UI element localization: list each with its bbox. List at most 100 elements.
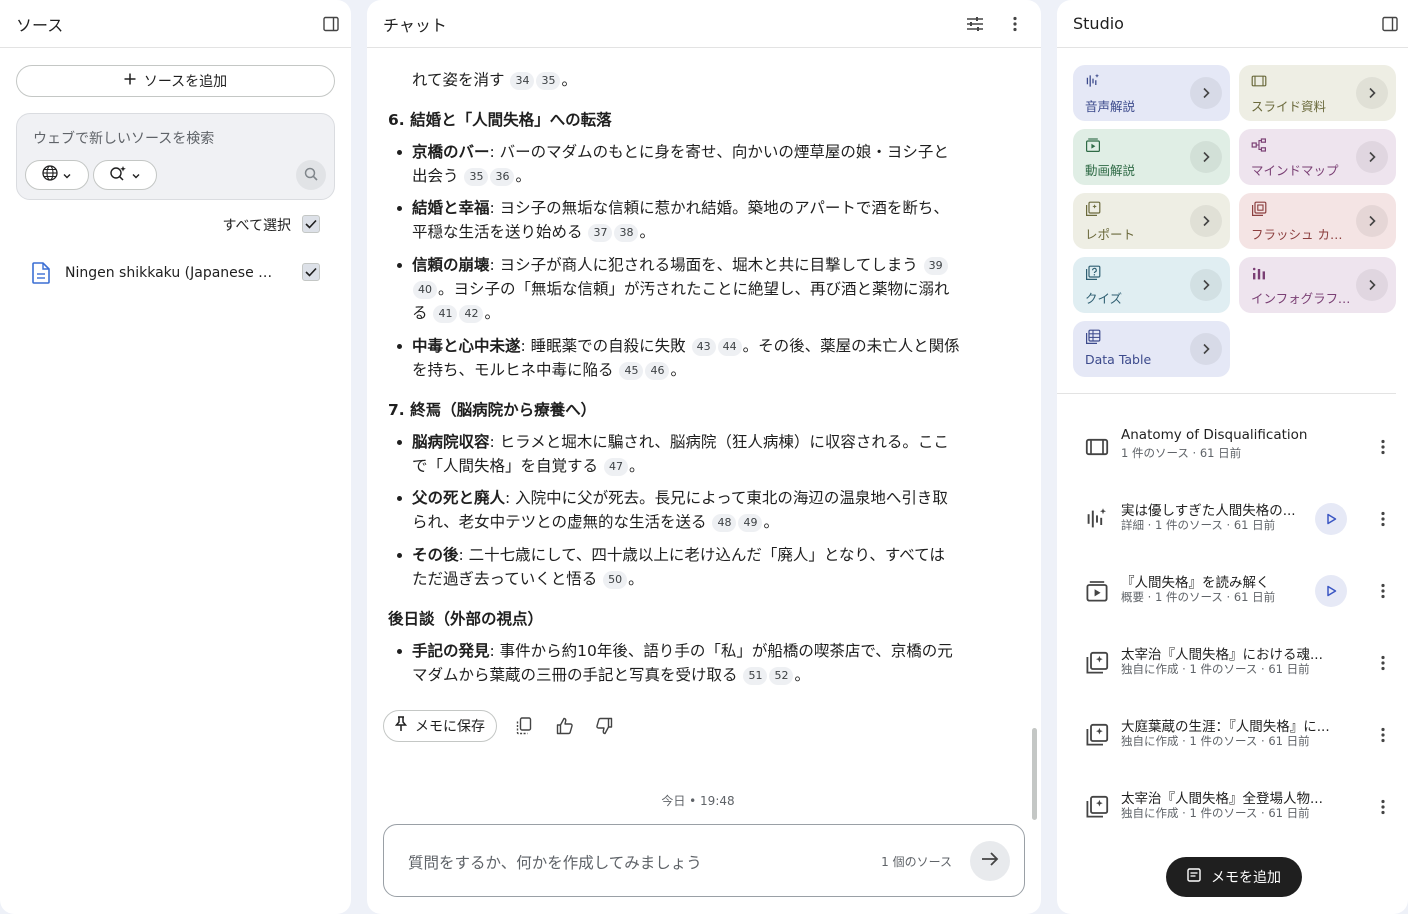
studio-note-item[interactable]: 大庭葉蔵の生涯：『人間失格』に... 独自に作成 · 1 件のソース · 61 日… <box>1073 711 1398 761</box>
web-search-placeholder: ウェブで新しいソースを検索 <box>33 131 215 147</box>
citation-chip[interactable]: 39 <box>923 257 948 275</box>
more-vert-icon[interactable] <box>1375 435 1391 459</box>
chevron-right-icon[interactable] <box>1190 269 1222 301</box>
studio-tile-label: レポート <box>1085 227 1136 242</box>
citation-chip[interactable]: 48 <box>712 514 737 532</box>
citation-chip[interactable]: 51 <box>743 667 768 685</box>
thumbs-up-icon[interactable] <box>555 716 575 736</box>
chevron-right-icon[interactable] <box>1190 141 1222 173</box>
bullet-text: : ヒラメと堀木に騙され、脳病院（狂人病棟）に収容される。ここ <box>489 433 949 451</box>
source-item[interactable]: Ningen shikkaku (Japanese Edi... <box>16 256 335 290</box>
citation-chip[interactable]: 35 <box>464 168 489 186</box>
more-vert-icon[interactable] <box>1375 651 1391 675</box>
studio-tile[interactable]: クイズ <box>1073 257 1230 313</box>
select-all-checkbox[interactable] <box>302 215 320 233</box>
divider <box>1057 393 1396 394</box>
bullet-text: : 事件から約10年後、語り手の「私」が船橋の喫茶店で、京橋の元 <box>489 642 953 660</box>
chat-scrollbar[interactable] <box>1032 728 1037 820</box>
thumbs-down-icon[interactable] <box>594 716 614 736</box>
citation-chip[interactable]: 46 <box>645 362 670 380</box>
bullet-term: 京橋のバー <box>412 143 490 161</box>
studio-note-item[interactable]: 太宰治『人間失格』における魂... 独自に作成 · 1 件のソース · 61 日前 <box>1073 639 1398 689</box>
chevron-right-icon[interactable] <box>1190 205 1222 237</box>
studio-tile[interactable]: フラッシュ カード <box>1239 193 1396 249</box>
chat-input[interactable]: 質問をするか、何かを作成してみましょう 1 個のソース <box>383 824 1025 897</box>
research-mode-dropdown[interactable] <box>93 160 157 190</box>
slides-icon <box>1251 73 1267 89</box>
more-vert-icon[interactable] <box>1005 14 1025 34</box>
studio-tile[interactable]: Data Table <box>1073 321 1230 377</box>
chevron-right-icon[interactable] <box>1190 77 1222 109</box>
chevron-right-icon[interactable] <box>1356 77 1388 109</box>
citation-chip[interactable]: 43 <box>691 338 716 356</box>
chat-input-placeholder: 質問をするか、何かを作成してみましょう <box>408 854 702 872</box>
settings-sliders-icon[interactable] <box>965 14 985 34</box>
studio-tile-label: インフォグラフィ... <box>1251 291 1351 306</box>
chevron-right-icon[interactable] <box>1356 141 1388 173</box>
citation-chip[interactable]: 34 <box>510 72 535 90</box>
mindmap-icon <box>1251 137 1267 153</box>
chevron-right-icon[interactable] <box>1356 269 1388 301</box>
copy-icon[interactable] <box>514 716 534 736</box>
web-search-box[interactable]: ウェブで新しいソースを検索 <box>16 113 335 200</box>
section-heading: 6. 結婚と「人間失格」への転落 <box>388 111 612 129</box>
studio-tile[interactable]: 動画解説 <box>1073 129 1230 185</box>
studio-tile[interactable]: インフォグラフィ... <box>1239 257 1396 313</box>
note-title: 大庭葉蔵の生涯：『人間失格』に... <box>1121 719 1330 735</box>
studio-note-item[interactable]: 実は優しすぎた人間失格の... 詳細 · 1 件のソース · 61 日前 <box>1073 495 1398 545</box>
sources-panel: ソース ソースを追加 ウェブで新しいソースを検索 すべて選択 Ningen sh… <box>0 0 351 914</box>
play-icon[interactable] <box>1315 575 1347 607</box>
search-submit-button[interactable] <box>296 160 326 190</box>
citation-chip[interactable]: 38 <box>614 224 639 242</box>
citation-chip[interactable]: 49 <box>738 514 763 532</box>
studio-tile[interactable]: スライド資料 <box>1239 65 1396 121</box>
web-source-dropdown[interactable] <box>25 160 89 190</box>
bullet-text: で「人間失格」を自覚する <box>412 457 599 475</box>
citation-chip[interactable]: 44 <box>717 338 742 356</box>
studio-tile[interactable]: 音声解説 <box>1073 65 1230 121</box>
note-subtitle: 1 件のソース · 61 日前 <box>1121 446 1242 460</box>
save-to-memo-button[interactable]: メモに保存 <box>383 710 497 742</box>
citation-chip[interactable]: 35 <box>536 72 561 90</box>
more-vert-icon[interactable] <box>1375 579 1391 603</box>
studio-note-item[interactable]: 『人間失格』を読み解く 概要 · 1 件のソース · 61 日前 <box>1073 567 1398 617</box>
sources-title: ソース <box>16 15 64 35</box>
studio-tile-label: 音声解説 <box>1085 99 1136 114</box>
play-icon[interactable] <box>1315 503 1347 535</box>
send-button[interactable] <box>970 841 1010 881</box>
bullet-term: 信頼の崩壊 <box>412 256 490 274</box>
chevron-down-icon <box>62 166 72 185</box>
add-memo-button[interactable]: メモを追加 <box>1166 857 1302 897</box>
citation-chip[interactable]: 42 <box>459 305 484 323</box>
bullet-end: 。 <box>628 457 645 475</box>
citation-chip[interactable]: 47 <box>603 458 628 476</box>
citation-chip[interactable]: 40 <box>413 281 437 299</box>
collapse-panel-icon[interactable] <box>1380 14 1400 34</box>
citation-chip[interactable]: 36 <box>490 168 515 186</box>
citation-chip[interactable]: 45 <box>619 362 644 380</box>
citation-chip[interactable]: 37 <box>588 224 613 242</box>
source-checkbox[interactable] <box>302 263 320 281</box>
bullet-text: 出会う <box>412 167 459 185</box>
bullet-item: 中毒と心中未遂: 睡眠薬での自殺に失敗 43 44 。その後、薬屋の未亡人と関係 を… <box>388 334 978 382</box>
flashcard-icon <box>1251 201 1267 217</box>
studio-note-item[interactable]: Anatomy of Disqualification 1 件のソース · 61 … <box>1073 423 1398 473</box>
more-vert-icon[interactable] <box>1375 795 1391 819</box>
studio-note-item[interactable]: 太宰治『人間失格』全登場人物... 独自に作成 · 1 件のソース · 61 日前 <box>1073 783 1398 833</box>
add-source-button[interactable]: ソースを追加 <box>16 65 335 97</box>
note-title: Anatomy of Disqualification <box>1121 427 1308 443</box>
bullet-item: その後: 二十七歳にして、四十歳以上に老け込んだ「廃人」となり、すべては ただ過… <box>388 543 978 591</box>
citation-chip[interactable]: 50 <box>603 571 628 589</box>
collapse-panel-icon[interactable] <box>321 14 341 34</box>
citation-chip[interactable]: 52 <box>769 667 794 685</box>
more-vert-icon[interactable] <box>1375 507 1391 531</box>
bullet-text: : 二十七歳にして、四十歳以上に老け込んだ「廃人」となり、すべては <box>458 546 945 564</box>
studio-tile[interactable]: マインドマップ <box>1239 129 1396 185</box>
citation-chip[interactable]: 41 <box>433 305 458 323</box>
studio-tile[interactable]: レポート <box>1073 193 1230 249</box>
chevron-right-icon[interactable] <box>1356 205 1388 237</box>
chevron-right-icon[interactable] <box>1190 333 1222 365</box>
more-vert-icon[interactable] <box>1375 723 1391 747</box>
bullet-term: 脳病院収容 <box>412 433 490 451</box>
studio-header: Studio <box>1057 0 1408 48</box>
